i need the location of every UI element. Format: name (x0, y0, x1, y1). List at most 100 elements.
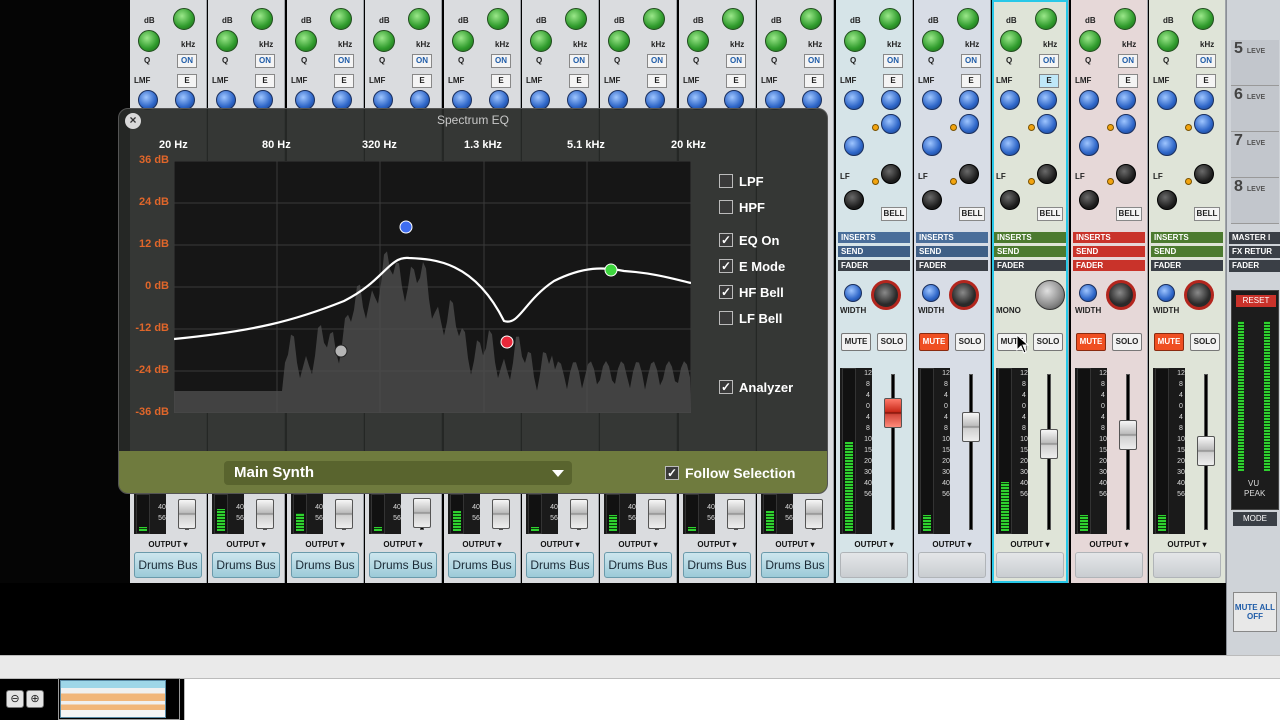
width-knob[interactable] (1157, 284, 1175, 302)
hf-gain-knob[interactable] (1114, 8, 1136, 30)
e-mode-button[interactable]: E (1118, 74, 1138, 88)
mute-button[interactable]: MUTE (1076, 333, 1106, 351)
width-knob[interactable] (1079, 284, 1097, 302)
mf-freq-knob[interactable] (959, 114, 979, 134)
mf-freq-knob[interactable] (1037, 114, 1057, 134)
lf-gain-knob[interactable] (844, 190, 864, 210)
eq-on-button[interactable]: ON (726, 54, 746, 68)
lmf-freq-knob[interactable] (567, 90, 587, 110)
width-knob[interactable] (1035, 280, 1065, 310)
lmf-band-handle[interactable] (399, 220, 413, 234)
sequencer-track-area[interactable] (184, 679, 1280, 720)
hf-q-knob[interactable] (216, 30, 238, 52)
volume-fader[interactable] (727, 499, 745, 529)
volume-fader[interactable] (335, 499, 353, 529)
hf-q-knob[interactable] (765, 30, 787, 52)
lmf-gain-knob[interactable] (844, 90, 864, 110)
fader-button[interactable]: FADER (1073, 260, 1145, 271)
lf-freq-knob[interactable] (881, 164, 901, 184)
output-bus-button[interactable] (1075, 552, 1143, 578)
mf-q-knob[interactable] (1157, 136, 1177, 156)
eq-option-checkbox[interactable]: LF Bell (719, 310, 782, 326)
eq-on-button[interactable]: ON (255, 54, 275, 68)
pan-knob[interactable] (1184, 280, 1214, 310)
volume-fader[interactable] (413, 498, 431, 528)
hf-gain-knob[interactable] (800, 8, 822, 30)
volume-fader[interactable] (805, 499, 823, 529)
volume-fader[interactable] (1040, 429, 1058, 459)
mf-q-knob[interactable] (922, 136, 942, 156)
inserts-button[interactable]: INSERTS (994, 232, 1066, 243)
fx-return-label[interactable]: FX RETUR (1229, 246, 1280, 258)
volume-fader[interactable] (1119, 420, 1137, 450)
hf-gain-knob[interactable] (330, 8, 352, 30)
output-bus-button[interactable]: Drums Bus (212, 552, 280, 578)
volume-fader[interactable] (256, 499, 274, 529)
hf-q-knob[interactable] (530, 30, 552, 52)
pan-knob[interactable] (871, 280, 901, 310)
e-mode-button[interactable]: E (412, 74, 432, 88)
hf-gain-knob[interactable] (643, 8, 665, 30)
lmf-freq-knob[interactable] (881, 90, 901, 110)
lmf-gain-knob[interactable] (765, 90, 785, 110)
hf-q-knob[interactable] (1079, 30, 1101, 52)
bell-button[interactable]: BELL (1037, 207, 1063, 221)
volume-fader[interactable] (884, 398, 902, 428)
pan-knob[interactable] (949, 280, 979, 310)
eq-on-button[interactable]: ON (1196, 54, 1216, 68)
master-inserts-label[interactable]: MASTER I (1229, 232, 1280, 244)
output-bus-button[interactable] (1153, 552, 1221, 578)
e-mode-button[interactable]: E (883, 74, 903, 88)
lmf-freq-knob[interactable] (332, 90, 352, 110)
width-knob[interactable] (922, 284, 940, 302)
e-mode-button[interactable]: E (491, 74, 511, 88)
lf-band-handle[interactable] (334, 344, 348, 358)
e-mode-button[interactable]: E (569, 74, 589, 88)
lmf-freq-knob[interactable] (645, 90, 665, 110)
hf-q-knob[interactable] (1157, 30, 1179, 52)
lmf-gain-knob[interactable] (138, 90, 158, 110)
output-bus-button[interactable]: Drums Bus (604, 552, 672, 578)
bell-button[interactable]: BELL (959, 207, 985, 221)
inserts-button[interactable]: INSERTS (1151, 232, 1223, 243)
lmf-gain-knob[interactable] (1157, 90, 1177, 110)
lf-freq-knob[interactable] (1116, 164, 1136, 184)
hf-gain-knob[interactable] (1192, 8, 1214, 30)
lf-freq-knob[interactable] (1194, 164, 1214, 184)
output-bus-button[interactable]: Drums Bus (134, 552, 202, 578)
width-knob[interactable] (844, 284, 862, 302)
hf-q-knob[interactable] (452, 30, 474, 52)
e-mode-button[interactable]: E (1039, 74, 1059, 88)
volume-fader[interactable] (492, 499, 510, 529)
hf-gain-knob[interactable] (251, 8, 273, 30)
eq-option-checkbox[interactable]: LPF (719, 173, 764, 189)
solo-button[interactable]: SOLO (1112, 333, 1142, 351)
hf-q-knob[interactable] (687, 30, 709, 52)
lmf-gain-knob[interactable] (452, 90, 472, 110)
hf-gain-knob[interactable] (722, 8, 744, 30)
volume-fader[interactable] (178, 499, 196, 529)
lmf-gain-knob[interactable] (216, 90, 236, 110)
hf-gain-knob[interactable] (173, 8, 195, 30)
song-navigator[interactable] (60, 680, 166, 718)
lf-gain-knob[interactable] (1000, 190, 1020, 210)
volume-fader[interactable] (962, 412, 980, 442)
eq-option-checkbox[interactable]: EQ On (719, 232, 779, 248)
eq-on-button[interactable]: ON (412, 54, 432, 68)
output-bus-button[interactable]: Drums Bus (291, 552, 359, 578)
e-mode-button[interactable]: E (804, 74, 824, 88)
lmf-gain-knob[interactable] (608, 90, 628, 110)
eq-on-button[interactable]: ON (177, 54, 197, 68)
zoom-in-button[interactable]: ⊕ (26, 690, 44, 708)
mf-q-knob[interactable] (1000, 136, 1020, 156)
hf-gain-knob[interactable] (408, 8, 430, 30)
volume-fader[interactable] (1197, 436, 1215, 466)
hf-gain-knob[interactable] (487, 8, 509, 30)
output-bus-button[interactable] (996, 552, 1064, 578)
output-bus-button[interactable] (918, 552, 986, 578)
mf-freq-knob[interactable] (1116, 114, 1136, 134)
eq-on-button[interactable]: ON (1118, 54, 1138, 68)
eq-on-button[interactable]: ON (883, 54, 903, 68)
eq-option-checkbox[interactable]: HF Bell (719, 284, 784, 300)
send-button[interactable]: SEND (916, 246, 988, 257)
